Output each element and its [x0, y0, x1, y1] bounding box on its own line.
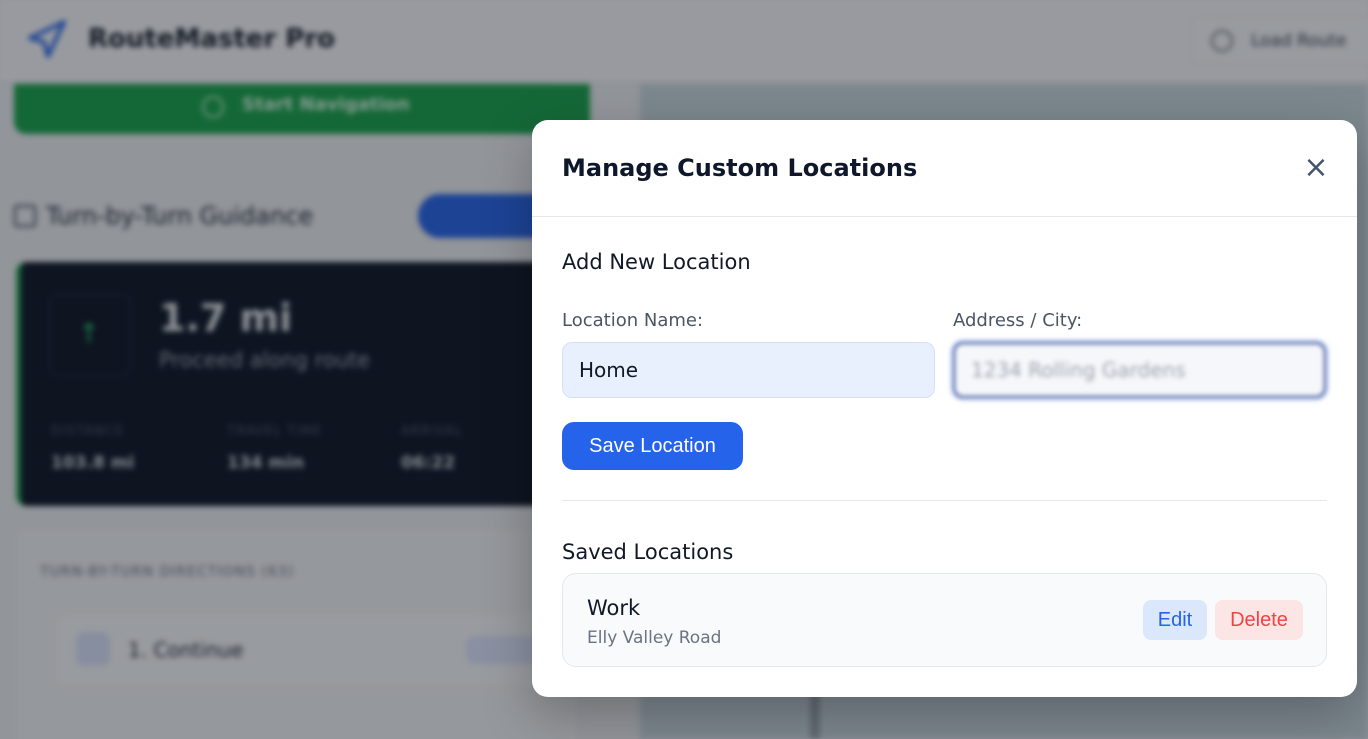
close-icon[interactable]: ×	[1302, 153, 1330, 183]
modal-title: Manage Custom Locations	[562, 154, 918, 182]
section-divider	[562, 500, 1327, 501]
add-location-title: Add New Location	[562, 250, 751, 274]
address-city-input[interactable]	[953, 342, 1326, 398]
saved-location-address: Elly Valley Road	[587, 628, 722, 648]
location-name-label: Location Name:	[562, 310, 704, 331]
saved-locations-title: Saved Locations	[562, 540, 734, 564]
delete-location-button[interactable]: Delete	[1215, 600, 1303, 640]
edit-location-button[interactable]: Edit	[1143, 600, 1207, 640]
save-location-button[interactable]: Save Location	[562, 422, 743, 470]
location-name-input[interactable]	[562, 342, 935, 398]
address-city-label: Address / City:	[953, 310, 1083, 331]
manage-locations-modal: Manage Custom Locations × Add New Locati…	[532, 120, 1357, 697]
saved-location-item: Work Elly Valley Road Edit Delete	[562, 573, 1327, 667]
modal-header: Manage Custom Locations ×	[532, 120, 1357, 217]
saved-location-name: Work	[587, 596, 641, 620]
